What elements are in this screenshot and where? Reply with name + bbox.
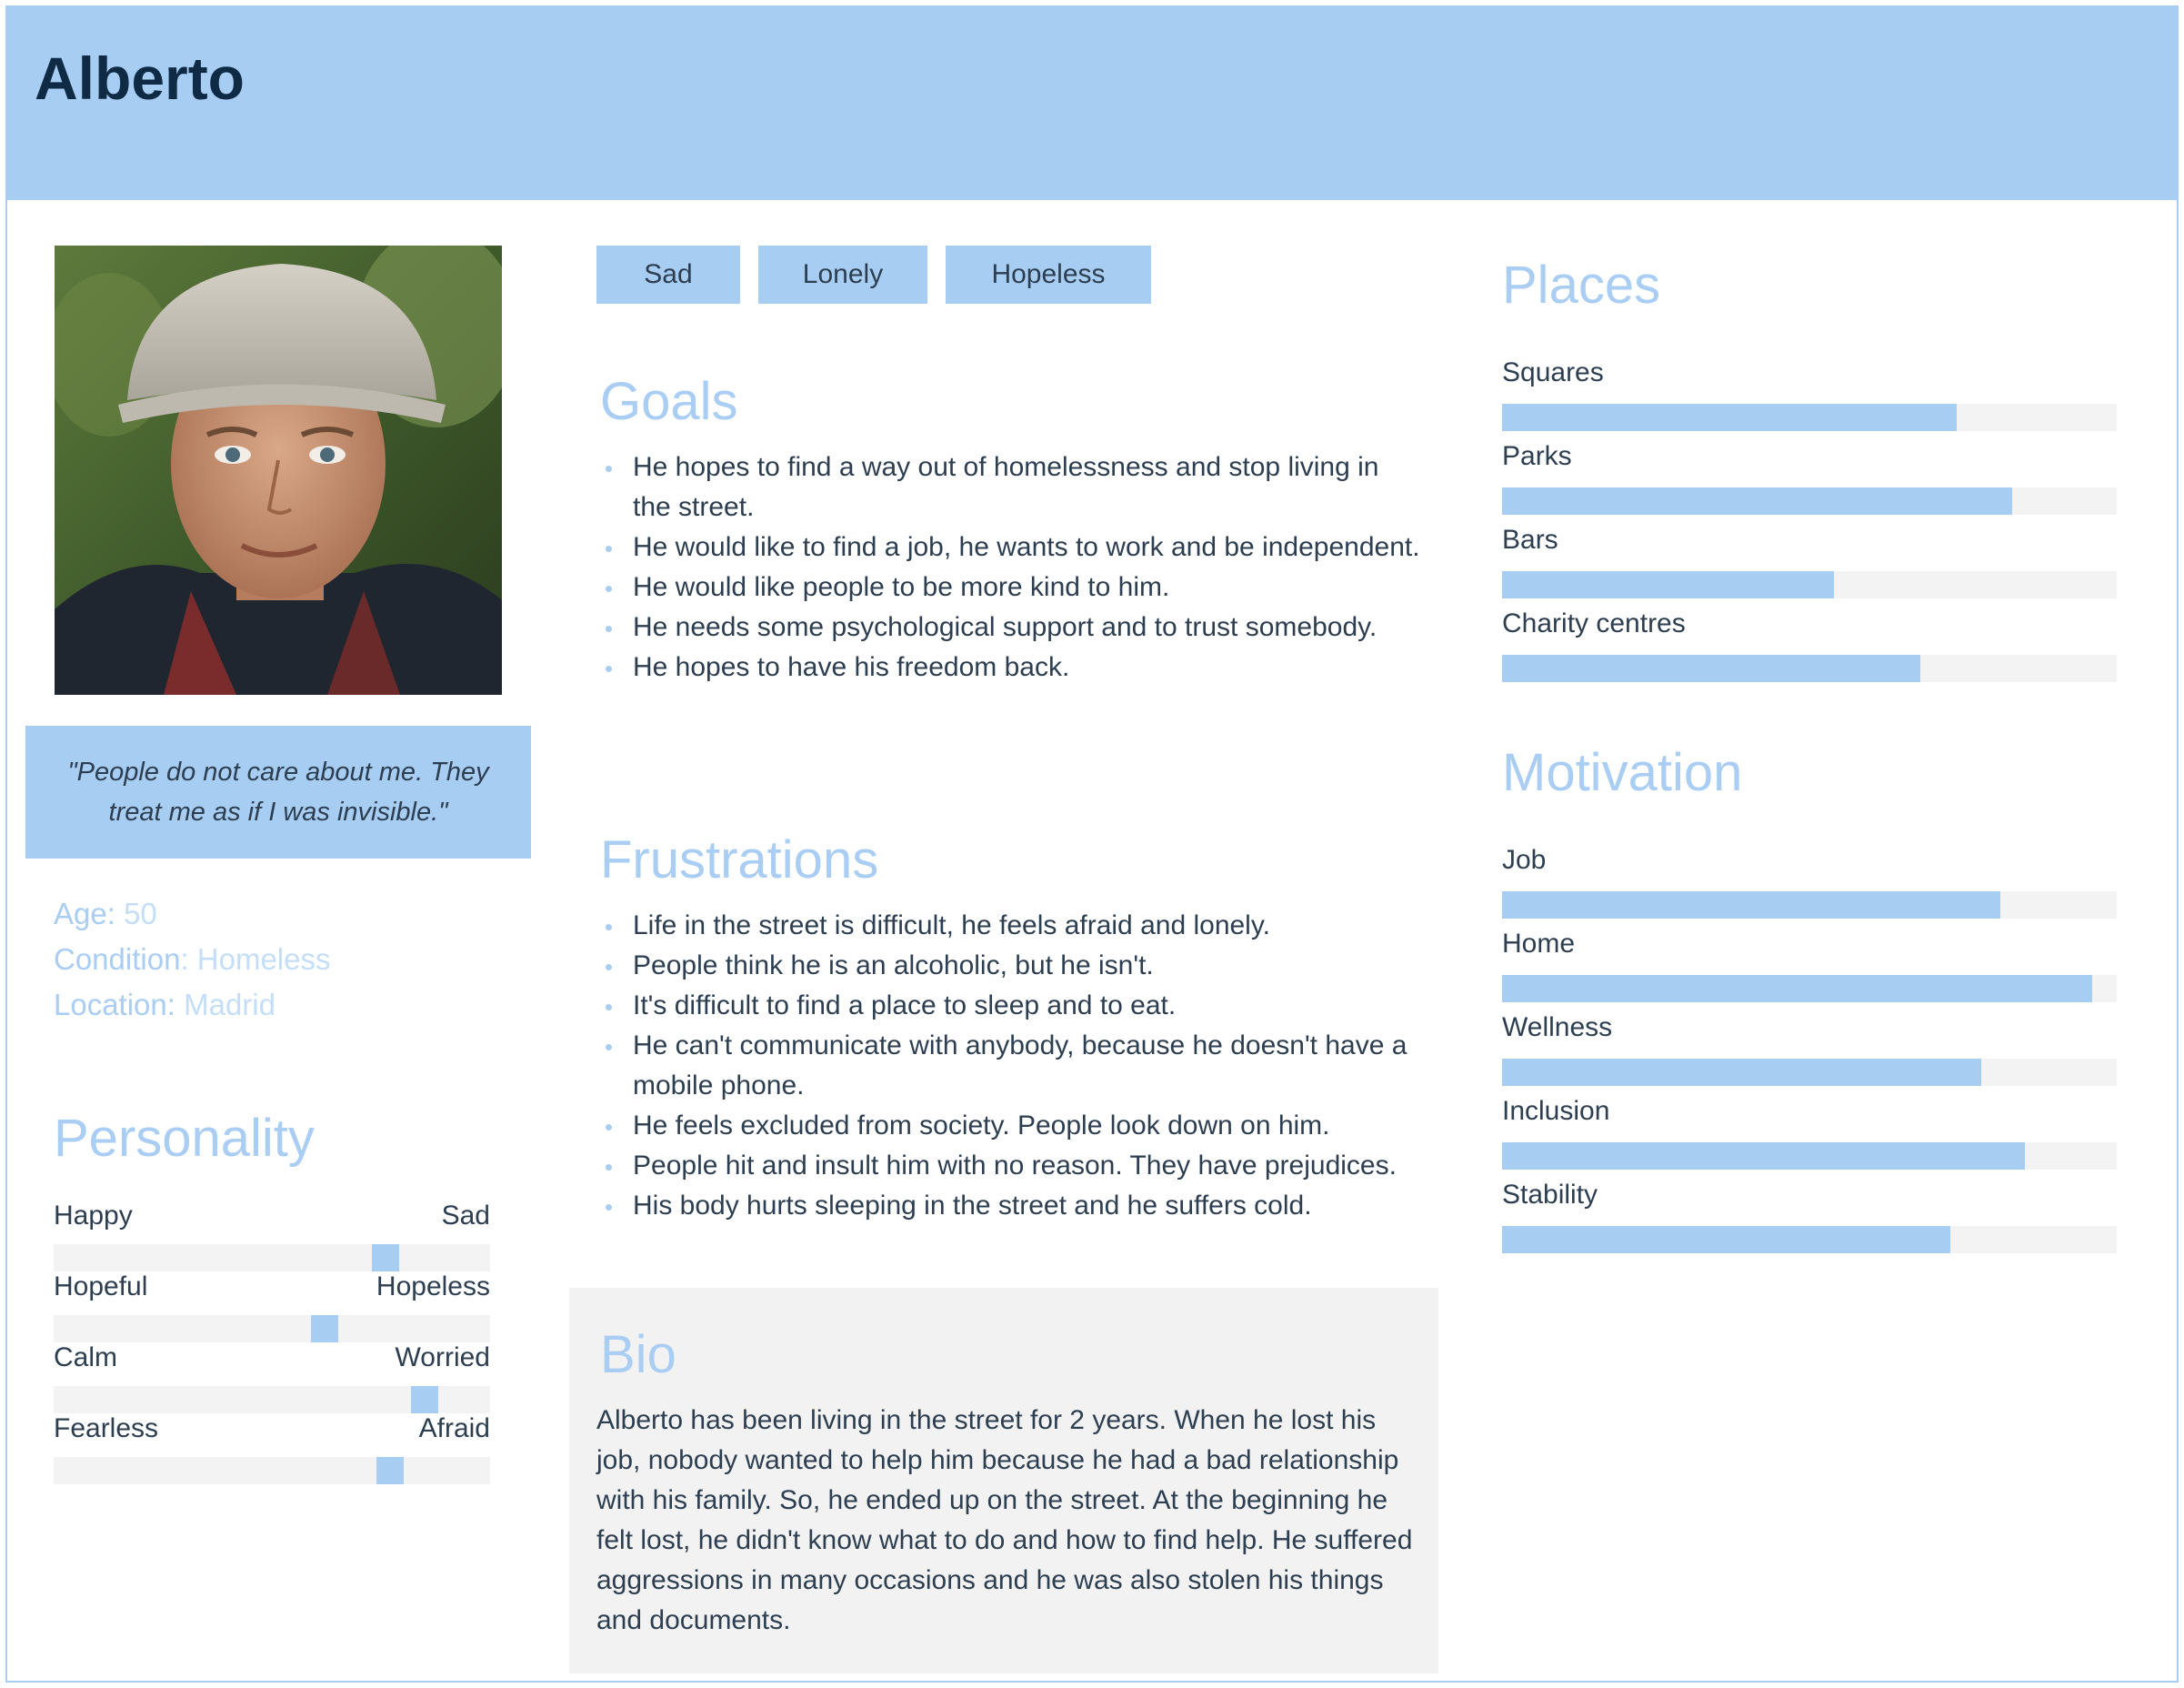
bar-fill: [1502, 975, 2092, 1002]
scale-marker: [411, 1386, 438, 1413]
list-item: His body hurts sleeping in the street an…: [604, 1186, 1422, 1226]
bar-label: Inclusion: [1502, 1096, 1610, 1126]
location-value: Madrid: [184, 988, 276, 1021]
bar-track: [1502, 1059, 2117, 1086]
portrait-image: [55, 246, 502, 695]
header-banner: Alberto: [7, 7, 2177, 200]
scale-right-label: Hopeless: [376, 1271, 490, 1301]
location-label: Location:: [54, 988, 175, 1021]
places-title: Places: [1502, 256, 1661, 315]
places-bar: Parks: [1502, 437, 2117, 515]
bar-label: Parks: [1502, 441, 1572, 471]
bar-track: [1502, 571, 2117, 598]
condition-label: Condition: [54, 942, 181, 976]
bar-label: Wellness: [1502, 1012, 1613, 1042]
bar-label: Bars: [1502, 525, 1558, 555]
scale-right-label: Worried: [395, 1342, 490, 1372]
age-line: Age: 50: [54, 891, 331, 937]
scale-marker: [310, 1315, 338, 1342]
places-bar: Charity centres: [1502, 604, 2117, 682]
bar-track: [1502, 655, 2117, 682]
age-label: Age:: [54, 897, 115, 930]
motivation-bar: Home: [1502, 924, 2117, 1002]
bar-track: [1502, 1142, 2117, 1170]
scale-left-label: Hopeful: [54, 1271, 148, 1301]
scale-right-label: Sad: [441, 1201, 490, 1231]
frustrations-list: Life in the street is difficult, he feel…: [604, 906, 1422, 1226]
persona-photo: [55, 246, 502, 695]
scale-track: [54, 1244, 490, 1271]
motivation-bar: Job: [1502, 840, 2117, 919]
persona-info: Age: 50 Condition: Homeless Location: Ma…: [54, 891, 331, 1028]
bar-fill: [1502, 404, 1958, 431]
bar-label: Home: [1502, 929, 1576, 959]
condition-line: Condition: Homeless: [54, 942, 331, 976]
goals-list: He hopes to find a way out of homelessne…: [604, 447, 1422, 688]
scale-track: [54, 1315, 490, 1342]
persona-name: Alberto: [35, 45, 245, 112]
list-item: He would like to find a job, he wants to…: [604, 528, 1422, 568]
motivation-bar: Inclusion: [1502, 1091, 2117, 1170]
list-item: He would like people to be more kind to …: [604, 568, 1422, 608]
bar-fill: [1502, 1059, 1982, 1086]
bar-fill: [1502, 571, 1835, 598]
places-bar: Bars: [1502, 520, 2117, 598]
goals-title: Goals: [600, 372, 738, 431]
location-line: Location: Madrid: [54, 982, 331, 1028]
bar-track: [1502, 891, 2117, 919]
bar-label: Stability: [1502, 1180, 1598, 1210]
bio-text: Alberto has been living in the street fo…: [596, 1405, 1413, 1635]
bar-fill: [1502, 1142, 2025, 1170]
bar-fill: [1502, 655, 1920, 682]
persona-quote: "People do not care about me. They treat…: [25, 726, 531, 859]
scale-track: [54, 1457, 490, 1484]
bar-track: [1502, 1226, 2117, 1253]
personality-title: Personality: [54, 1109, 315, 1168]
motivation-bar: Stability: [1502, 1175, 2117, 1253]
scale-left-label: Happy: [54, 1201, 133, 1231]
list-item: He hopes to find a way out of homelessne…: [604, 447, 1422, 528]
motivation-bar: Wellness: [1502, 1008, 2117, 1086]
list-item: Life in the street is difficult, he feel…: [604, 906, 1422, 946]
scale-marker: [376, 1457, 404, 1484]
list-item: He hopes to have his freedom back.: [604, 648, 1422, 688]
tag-lonely: Lonely: [758, 246, 927, 304]
scale-track: [54, 1386, 490, 1413]
list-item: He can't communicate with anybody, becau…: [604, 1026, 1422, 1106]
tag-hopeless: Hopeless: [946, 246, 1151, 304]
personality-scale: Fearless Afraid: [54, 1413, 490, 1484]
bar-track: [1502, 404, 2117, 431]
motivation-title: Motivation: [1502, 743, 1743, 802]
bar-track: [1502, 487, 2117, 515]
list-item: It's difficult to find a place to sleep …: [604, 986, 1422, 1026]
bar-fill: [1502, 891, 2000, 919]
list-item: He needs some psychological support and …: [604, 608, 1422, 648]
persona-card: Alberto "People do not care about me. Th…: [5, 5, 2179, 1683]
scale-right-label: Afraid: [418, 1413, 490, 1443]
personality-scale: Calm Worried: [54, 1342, 490, 1413]
places-bar: Squares: [1502, 353, 2117, 431]
personality-scale: Happy Sad: [54, 1201, 490, 1271]
emotion-tags: Sad Lonely Hopeless: [596, 246, 1151, 304]
personality-scale: Hopeful Hopeless: [54, 1271, 490, 1342]
bar-track: [1502, 975, 2117, 1002]
bar-label: Job: [1502, 845, 1547, 875]
frustrations-title: Frustrations: [600, 830, 879, 889]
scale-left-label: Calm: [54, 1342, 118, 1372]
scale-marker: [371, 1244, 399, 1271]
bar-fill: [1502, 487, 2013, 515]
scale-left-label: Fearless: [54, 1413, 159, 1443]
list-item: People hit and insult him with no reason…: [604, 1146, 1422, 1186]
tag-sad: Sad: [596, 246, 740, 304]
condition-value: Homeless: [196, 942, 331, 976]
list-item: He feels excluded from society. People l…: [604, 1106, 1422, 1146]
list-item: People think he is an alcoholic, but he …: [604, 946, 1422, 986]
bar-fill: [1502, 1226, 1951, 1253]
bio-panel: Bio Alberto has been living in the stree…: [569, 1288, 1438, 1673]
bar-label: Squares: [1502, 357, 1604, 387]
bar-label: Charity centres: [1502, 608, 1686, 638]
bio-title: Bio: [600, 1325, 676, 1384]
age-value: 50: [124, 897, 157, 930]
